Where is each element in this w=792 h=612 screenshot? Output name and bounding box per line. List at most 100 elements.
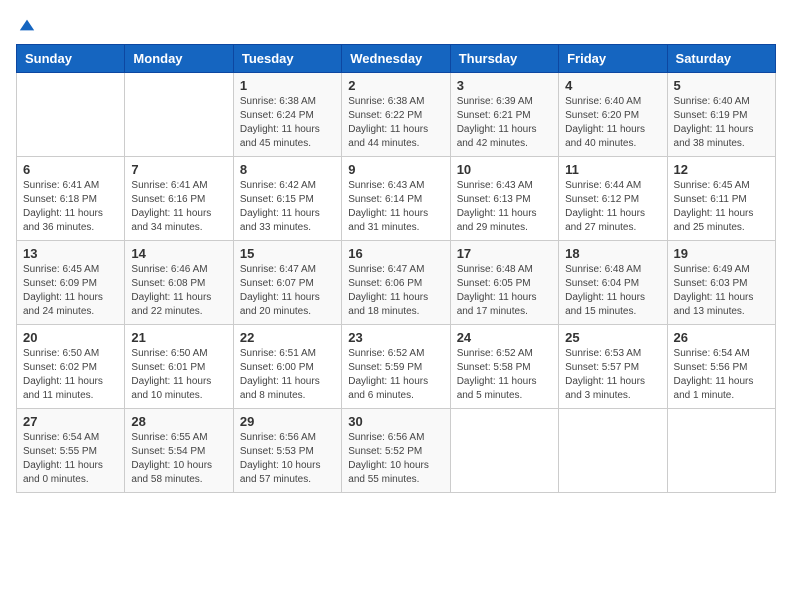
logo	[16, 16, 36, 34]
calendar-cell: 20 Sunrise: 6:50 AM Sunset: 6:02 PM Dayli…	[17, 325, 125, 409]
day-info: Sunrise: 6:48 AM Sunset: 6:05 PM Dayligh…	[457, 263, 552, 319]
day-info: Sunrise: 6:43 AM Sunset: 6:13 PM Dayligh…	[457, 179, 552, 235]
calendar-cell: 29Sunrise: 6:56 AM Sunset: 5:53 PM Dayli…	[233, 409, 341, 493]
calendar-week-2: 6Sunrise: 6:41 AM Sunset: 6:18 PM Daylig…	[17, 157, 776, 241]
day-number: 23	[348, 330, 443, 345]
day-info: Sunrise: 6:42 AM Sunset: 6:15 PM Dayligh…	[240, 179, 335, 235]
day-info: Sunrise: 6:52 AM Sunset: 5:59 PM Dayligh…	[348, 347, 443, 403]
logo-icon	[18, 16, 36, 34]
calendar-body: 1 Sunrise: 6:38 AM Sunset: 6:24 PM Daylig…	[17, 73, 776, 493]
day-info: Sunrise: 6:40 AM Sunset: 6:20 PM Dayligh…	[565, 95, 660, 151]
calendar-cell	[17, 73, 125, 157]
day-number: 3	[457, 78, 552, 93]
calendar-week-4: 20 Sunrise: 6:50 AM Sunset: 6:02 PM Dayli…	[17, 325, 776, 409]
day-number: 2	[348, 78, 443, 93]
weekday-header-friday: Friday	[559, 45, 667, 73]
calendar-cell: 5 Sunrise: 6:40 AM Sunset: 6:19 PM Daylig…	[667, 73, 775, 157]
calendar-cell	[125, 73, 233, 157]
calendar-cell: 30 Sunrise: 6:56 AM Sunset: 5:52 PM Dayli…	[342, 409, 450, 493]
day-number: 19	[674, 246, 769, 261]
day-number: 13	[23, 246, 118, 261]
day-info: Sunrise: 6:39 AM Sunset: 6:21 PM Dayligh…	[457, 95, 552, 151]
day-info: Sunrise: 6:49 AM Sunset: 6:03 PM Dayligh…	[674, 263, 769, 319]
day-info: Sunrise: 6:50 AM Sunset: 6:01 PM Dayligh…	[131, 347, 226, 403]
calendar-cell: 28Sunrise: 6:55 AM Sunset: 5:54 PM Dayli…	[125, 409, 233, 493]
day-info: Sunrise: 6:56 AM Sunset: 5:52 PM Dayligh…	[348, 431, 443, 487]
calendar-week-3: 13 Sunrise: 6:45 AM Sunset: 6:09 PM Dayli…	[17, 241, 776, 325]
calendar-cell: 17 Sunrise: 6:48 AM Sunset: 6:05 PM Dayli…	[450, 241, 558, 325]
day-info: Sunrise: 6:47 AM Sunset: 6:06 PM Dayligh…	[348, 263, 443, 319]
day-number: 17	[457, 246, 552, 261]
day-info: Sunrise: 6:43 AM Sunset: 6:14 PM Dayligh…	[348, 179, 443, 235]
calendar-cell: 21 Sunrise: 6:50 AM Sunset: 6:01 PM Dayli…	[125, 325, 233, 409]
calendar-header-row: SundayMondayTuesdayWednesdayThursdayFrid…	[17, 45, 776, 73]
calendar-cell: 15 Sunrise: 6:47 AM Sunset: 6:07 PM Dayli…	[233, 241, 341, 325]
day-info: Sunrise: 6:51 AM Sunset: 6:00 PM Dayligh…	[240, 347, 335, 403]
day-number: 9	[348, 162, 443, 177]
weekday-header-wednesday: Wednesday	[342, 45, 450, 73]
day-info: Sunrise: 6:38 AM Sunset: 6:22 PM Dayligh…	[348, 95, 443, 151]
day-info: Sunrise: 6:55 AM Sunset: 5:54 PM Dayligh…	[131, 431, 226, 487]
day-number: 8	[240, 162, 335, 177]
day-number: 4	[565, 78, 660, 93]
day-number: 18	[565, 246, 660, 261]
calendar-cell: 27 Sunrise: 6:54 AM Sunset: 5:55 PM Dayli…	[17, 409, 125, 493]
day-info: Sunrise: 6:44 AM Sunset: 6:12 PM Dayligh…	[565, 179, 660, 235]
weekday-header-saturday: Saturday	[667, 45, 775, 73]
day-number: 7	[131, 162, 226, 177]
calendar-cell: 19 Sunrise: 6:49 AM Sunset: 6:03 PM Dayli…	[667, 241, 775, 325]
calendar-cell: 10Sunrise: 6:43 AM Sunset: 6:13 PM Dayli…	[450, 157, 558, 241]
calendar-cell: 6Sunrise: 6:41 AM Sunset: 6:18 PM Daylig…	[17, 157, 125, 241]
day-info: Sunrise: 6:48 AM Sunset: 6:04 PM Dayligh…	[565, 263, 660, 319]
calendar-cell: 23 Sunrise: 6:52 AM Sunset: 5:59 PM Dayli…	[342, 325, 450, 409]
calendar-cell: 24 Sunrise: 6:52 AM Sunset: 5:58 PM Dayli…	[450, 325, 558, 409]
day-number: 29	[240, 414, 335, 429]
day-number: 20	[23, 330, 118, 345]
calendar-cell: 12Sunrise: 6:45 AM Sunset: 6:11 PM Dayli…	[667, 157, 775, 241]
calendar-cell: 18 Sunrise: 6:48 AM Sunset: 6:04 PM Dayli…	[559, 241, 667, 325]
calendar-cell: 7 Sunrise: 6:41 AM Sunset: 6:16 PM Daylig…	[125, 157, 233, 241]
calendar-cell	[450, 409, 558, 493]
calendar-cell: 11 Sunrise: 6:44 AM Sunset: 6:12 PM Dayli…	[559, 157, 667, 241]
day-number: 26	[674, 330, 769, 345]
day-info: Sunrise: 6:40 AM Sunset: 6:19 PM Dayligh…	[674, 95, 769, 151]
day-info: Sunrise: 6:45 AM Sunset: 6:11 PM Dayligh…	[674, 179, 769, 235]
calendar-cell: 22Sunrise: 6:51 AM Sunset: 6:00 PM Dayli…	[233, 325, 341, 409]
day-info: Sunrise: 6:47 AM Sunset: 6:07 PM Dayligh…	[240, 263, 335, 319]
calendar-cell: 8 Sunrise: 6:42 AM Sunset: 6:15 PM Daylig…	[233, 157, 341, 241]
day-info: Sunrise: 6:50 AM Sunset: 6:02 PM Dayligh…	[23, 347, 118, 403]
day-number: 24	[457, 330, 552, 345]
weekday-header-thursday: Thursday	[450, 45, 558, 73]
calendar-week-1: 1 Sunrise: 6:38 AM Sunset: 6:24 PM Daylig…	[17, 73, 776, 157]
day-info: Sunrise: 6:45 AM Sunset: 6:09 PM Dayligh…	[23, 263, 118, 319]
day-info: Sunrise: 6:54 AM Sunset: 5:56 PM Dayligh…	[674, 347, 769, 403]
day-number: 14	[131, 246, 226, 261]
page-header	[16, 16, 776, 34]
day-info: Sunrise: 6:41 AM Sunset: 6:16 PM Dayligh…	[131, 179, 226, 235]
calendar-cell: 3 Sunrise: 6:39 AM Sunset: 6:21 PM Daylig…	[450, 73, 558, 157]
day-number: 6	[23, 162, 118, 177]
calendar-cell: 4 Sunrise: 6:40 AM Sunset: 6:20 PM Daylig…	[559, 73, 667, 157]
weekday-header-tuesday: Tuesday	[233, 45, 341, 73]
day-number: 21	[131, 330, 226, 345]
weekday-header-sunday: Sunday	[17, 45, 125, 73]
day-number: 30	[348, 414, 443, 429]
calendar-cell: 9 Sunrise: 6:43 AM Sunset: 6:14 PM Daylig…	[342, 157, 450, 241]
calendar-cell: 2 Sunrise: 6:38 AM Sunset: 6:22 PM Daylig…	[342, 73, 450, 157]
calendar-cell	[667, 409, 775, 493]
day-number: 27	[23, 414, 118, 429]
calendar-cell: 14 Sunrise: 6:46 AM Sunset: 6:08 PM Dayli…	[125, 241, 233, 325]
calendar-cell	[559, 409, 667, 493]
day-number: 25	[565, 330, 660, 345]
calendar-week-5: 27 Sunrise: 6:54 AM Sunset: 5:55 PM Dayli…	[17, 409, 776, 493]
day-number: 5	[674, 78, 769, 93]
day-info: Sunrise: 6:52 AM Sunset: 5:58 PM Dayligh…	[457, 347, 552, 403]
day-info: Sunrise: 6:38 AM Sunset: 6:24 PM Dayligh…	[240, 95, 335, 151]
calendar-cell: 1 Sunrise: 6:38 AM Sunset: 6:24 PM Daylig…	[233, 73, 341, 157]
day-number: 16	[348, 246, 443, 261]
day-info: Sunrise: 6:54 AM Sunset: 5:55 PM Dayligh…	[23, 431, 118, 487]
day-info: Sunrise: 6:46 AM Sunset: 6:08 PM Dayligh…	[131, 263, 226, 319]
day-number: 1	[240, 78, 335, 93]
day-number: 15	[240, 246, 335, 261]
day-number: 11	[565, 162, 660, 177]
